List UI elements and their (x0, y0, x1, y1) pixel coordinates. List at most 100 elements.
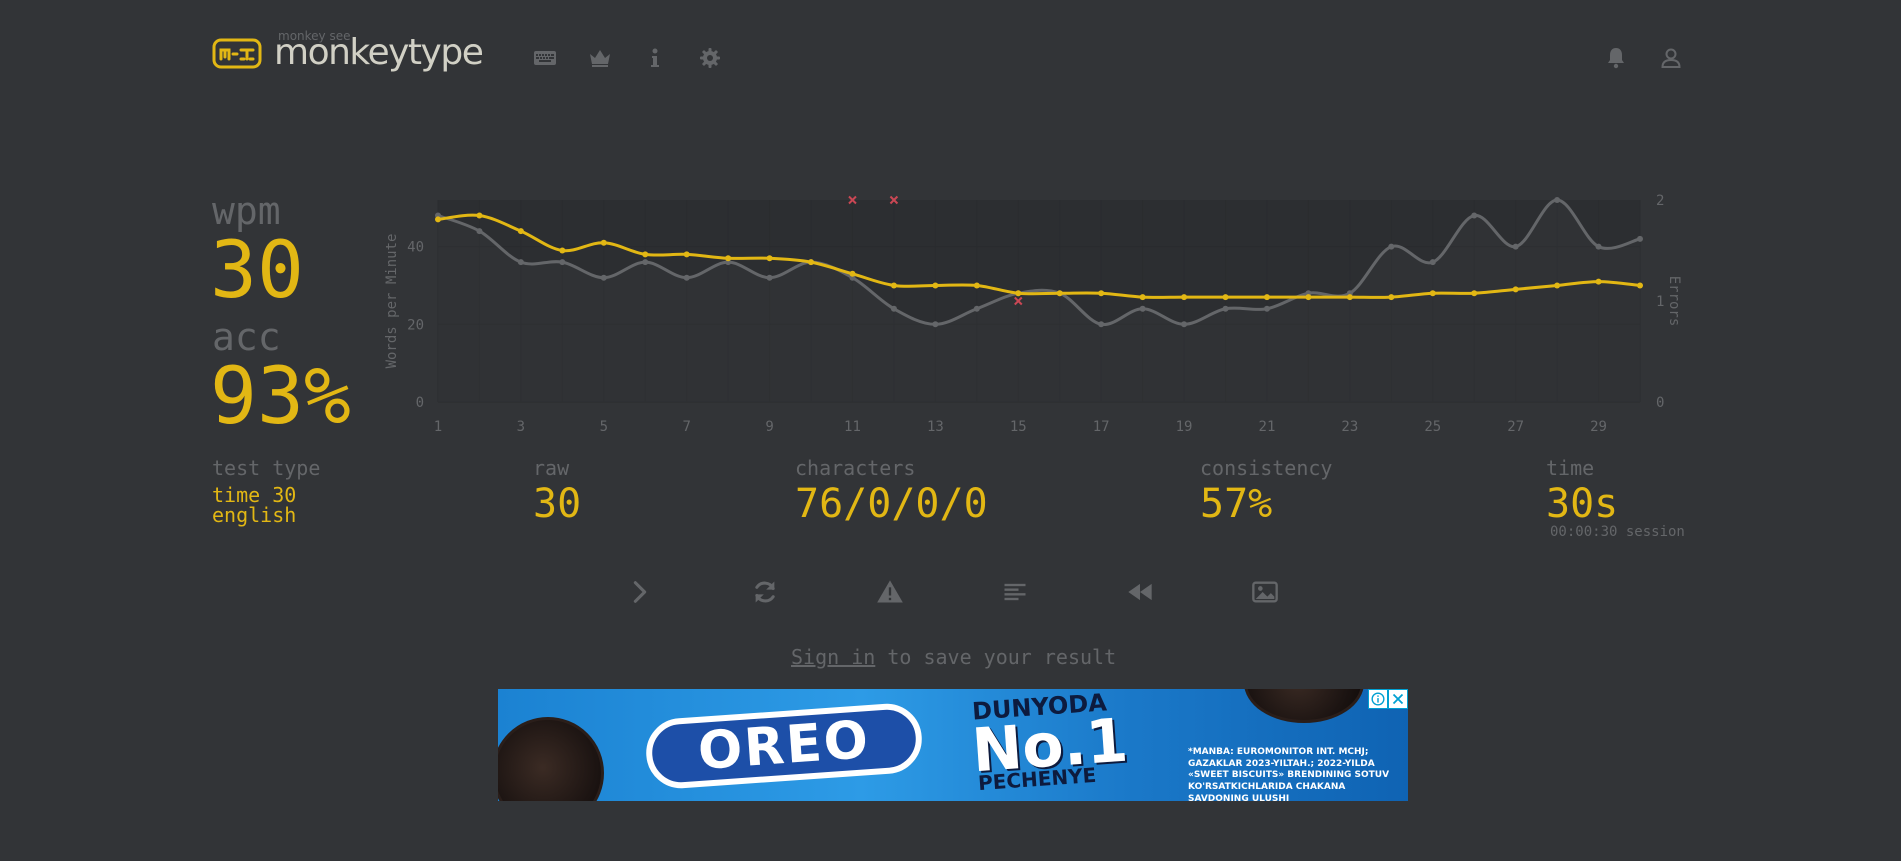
chart-x-tick: 7 (682, 419, 690, 435)
info-icon[interactable] (643, 46, 667, 70)
gear-icon[interactable] (698, 46, 722, 70)
chart-wpm-point (973, 282, 980, 289)
acc-value: 93% (210, 352, 351, 442)
save-screenshot-button[interactable] (1251, 578, 1279, 606)
cookie-image (498, 717, 604, 801)
chart-raw-point (1181, 321, 1188, 328)
ad-brand: OREO (696, 710, 872, 782)
show-words-history-button[interactable] (1001, 578, 1029, 606)
chart-wpm-point (1388, 294, 1395, 301)
chart-wpm-point (849, 270, 856, 277)
chart-wpm-point (559, 247, 566, 254)
chart-raw-point (1429, 259, 1436, 266)
ad-banner[interactable]: OREO DUNYODA No.1 PECHENYE *MANBA: EUROM… (498, 689, 1408, 801)
wpm-chart: 020400121 3 5 7 9 11 13 15 17 19 21 23 25 27 29Words p… (384, 193, 1682, 435)
chart-wpm-point (600, 239, 607, 246)
chart-raw-point (973, 305, 980, 312)
chart-raw-point (1471, 212, 1478, 219)
chart-x-tick: 5 (600, 419, 608, 435)
chart-raw-point (1554, 197, 1561, 203)
ad-info-icon[interactable] (1368, 689, 1388, 709)
raw-value: 30 (533, 481, 582, 527)
consistency-label: consistency (1200, 456, 1333, 480)
chart-wpm-point (1222, 294, 1229, 301)
bell-icon[interactable] (1604, 46, 1628, 70)
logo-tagline: monkey see (278, 29, 351, 43)
image-icon (1252, 581, 1278, 603)
wpm-value: 30 (210, 226, 304, 316)
chart-y2-tick: 2 (1656, 193, 1664, 209)
raw-label: raw (533, 456, 570, 480)
chart-wpm-point (435, 216, 441, 223)
chart-wpm-point (1637, 282, 1643, 289)
logo[interactable]: monkey see monkeytype (212, 28, 484, 78)
crown-icon[interactable] (588, 46, 612, 70)
chart-y2-tick: 0 (1656, 395, 1664, 411)
chart-wpm-point (642, 251, 649, 258)
ad-fine-print: *MANBA: EUROMONITOR INT. MCHJ; GAZAKLAR … (1188, 747, 1390, 801)
chart-raw-point (559, 259, 566, 266)
chart-raw-point (1263, 305, 1270, 312)
chart-x-tick: 15 (1010, 419, 1027, 435)
chart-raw-point (932, 321, 939, 328)
chart-raw-point (1595, 243, 1602, 250)
chart-wpm-point (1263, 294, 1270, 301)
chart-y2-axis-label: Errors (1666, 276, 1682, 327)
chart-raw-point (1512, 243, 1519, 250)
signin-rest-text: to save your result (875, 645, 1117, 669)
rewind-icon (1128, 583, 1152, 601)
chart-x-tick: 3 (517, 419, 525, 435)
align-left-icon (1004, 583, 1026, 601)
chart-wpm-point (932, 282, 939, 289)
restart-test-button[interactable] (751, 578, 779, 606)
wpm-label: wpm (212, 189, 281, 233)
chart-x-tick: 1 (434, 419, 442, 435)
chart-wpm-point (1181, 294, 1188, 301)
characters-value: 76/0/0/0 (795, 481, 988, 527)
refresh-icon (755, 581, 775, 603)
cookie-image-top (1244, 689, 1364, 723)
chart-wpm-point (1346, 294, 1353, 301)
chart-x-tick: 11 (844, 419, 861, 435)
chart-wpm-point (476, 212, 483, 219)
chart-x-tick: 29 (1590, 419, 1607, 435)
practice-words-button[interactable] (876, 578, 904, 606)
chart-x-tick: 13 (927, 419, 944, 435)
characters-label: characters (795, 456, 916, 480)
chart-x-tick: 19 (1176, 419, 1193, 435)
ad-close-icon[interactable] (1388, 689, 1408, 709)
chart-wpm-point (1098, 290, 1105, 297)
chart-raw-point (890, 305, 897, 312)
acc-label: acc (212, 315, 281, 359)
chart-raw-point (1098, 321, 1105, 328)
signin-link[interactable]: Sign in (791, 645, 875, 669)
warning-icon (877, 580, 903, 603)
chart-wpm-point (890, 282, 897, 289)
chart-y2-tick: 1 (1656, 294, 1664, 310)
chart-raw-point (642, 259, 649, 266)
chart-wpm-point (683, 251, 690, 258)
chart-raw-point (476, 228, 483, 235)
user-icon[interactable] (1659, 46, 1683, 70)
test-type-mode: time 30 (212, 483, 297, 507)
chart-x-tick: 9 (765, 419, 773, 435)
chart-wpm-point (1471, 290, 1478, 297)
chart-wpm-point (1429, 290, 1436, 297)
chart-raw-point (1139, 305, 1146, 312)
chart-x-tick: 23 (1341, 419, 1358, 435)
next-test-button[interactable] (626, 578, 654, 606)
chart-y-tick: 0 (416, 395, 424, 411)
session-time: 00:00:30 session (1550, 524, 1685, 540)
chart-wpm-point (1015, 290, 1022, 297)
chart-wpm-point (1056, 290, 1063, 297)
consistency-value: 57% (1200, 481, 1273, 527)
watch-replay-button[interactable] (1126, 578, 1154, 606)
chart-wpm-point (1305, 294, 1312, 301)
chart-raw-point (600, 274, 607, 281)
chart-raw-point (1388, 243, 1395, 250)
chart-raw-point (683, 274, 690, 281)
chart-wpm-point (808, 259, 815, 266)
keyboard-icon[interactable] (533, 46, 557, 70)
chart-x-tick: 25 (1424, 419, 1441, 435)
logo-text: monkey see monkeytype (274, 29, 484, 71)
